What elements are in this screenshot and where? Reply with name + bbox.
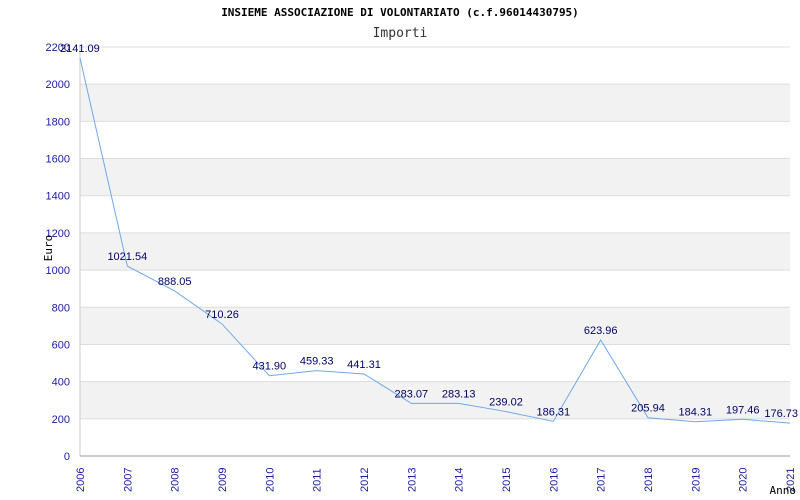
x-tick-label: 2014 <box>454 468 466 492</box>
y-axis-label: Euro <box>42 235 55 262</box>
chart-subtitle: Importi <box>373 26 428 41</box>
grid-bands <box>80 84 790 419</box>
x-tick-label: 2006 <box>75 468 87 492</box>
data-label: 2141.09 <box>60 43 100 55</box>
y-tick-label: 400 <box>52 377 70 389</box>
y-tick-label: 1000 <box>46 265 70 277</box>
data-label: 710.26 <box>205 309 239 321</box>
data-label: 441.31 <box>347 359 381 371</box>
x-tick-label: 2020 <box>738 468 750 492</box>
x-tick-label: 2008 <box>170 468 182 492</box>
x-axis-label: Anno <box>770 484 797 497</box>
y-tick-label: 600 <box>52 339 70 351</box>
x-tick-label: 2009 <box>217 468 229 492</box>
y-tick-label: 1400 <box>46 191 70 203</box>
grid-band <box>80 158 790 196</box>
data-label: 197.46 <box>726 404 760 416</box>
x-tick-label: 2017 <box>596 468 608 492</box>
x-tick-label: 2019 <box>690 468 702 492</box>
y-tick-label: 0 <box>64 451 70 463</box>
data-label: 205.94 <box>631 403 665 415</box>
x-tick-label: 2012 <box>359 468 371 492</box>
data-label: 283.13 <box>442 388 476 400</box>
data-label: 888.05 <box>158 276 192 288</box>
data-label: 283.07 <box>395 388 429 400</box>
data-label: 459.33 <box>300 356 334 368</box>
x-tick-label: 2013 <box>406 468 418 492</box>
y-tick-label: 800 <box>52 302 70 314</box>
y-tick-label: 1600 <box>46 154 70 166</box>
x-tick-label: 2018 <box>643 468 655 492</box>
data-label: 1021.54 <box>107 251 147 263</box>
data-label: 239.02 <box>489 397 523 409</box>
y-tick-label: 1800 <box>46 116 70 128</box>
x-tick-label: 2011 <box>312 468 324 492</box>
data-label: 431.90 <box>253 361 287 373</box>
y-tick-label: 2000 <box>46 79 70 91</box>
line-chart: INSIEME ASSOCIAZIONE DI VOLONTARIATO (c.… <box>42 6 798 497</box>
x-tick-labels: 2006 2007 2008 2009 2010 2011 2012 2013 2014 2015… <box>75 468 797 492</box>
grid-band <box>80 84 790 122</box>
x-tick-label: 2010 <box>264 468 276 492</box>
data-label: 186.31 <box>537 406 571 418</box>
x-tick-label: 2016 <box>548 468 560 492</box>
grid-band <box>80 307 790 345</box>
data-label: 184.31 <box>679 407 713 419</box>
data-label: 623.96 <box>584 325 618 337</box>
data-label: 176.73 <box>764 408 798 420</box>
chart-title: INSIEME ASSOCIAZIONE DI VOLONTARIATO (c.… <box>221 6 579 19</box>
y-tick-label: 200 <box>52 414 70 426</box>
x-tick-label: 2007 <box>122 468 134 492</box>
x-tick-label: 2015 <box>501 468 513 492</box>
grid-band <box>80 232 790 271</box>
